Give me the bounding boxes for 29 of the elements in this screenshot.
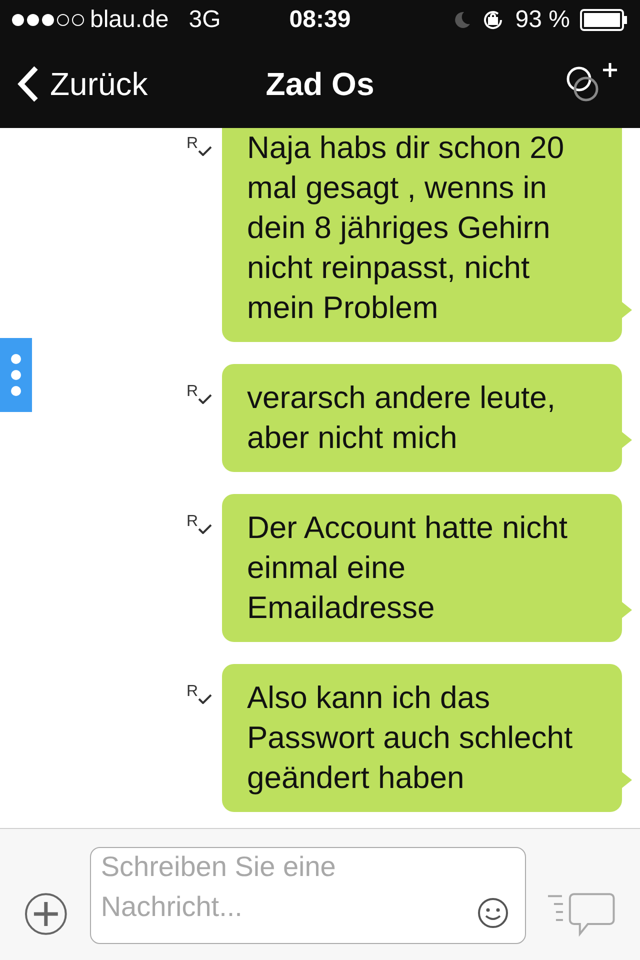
bubble-tail-icon: [622, 432, 632, 448]
receipt-label: R: [186, 134, 198, 154]
message-bubble: Also kann ich das Passwort auch schlecht geändert haben: [222, 664, 622, 812]
message-bubble: Naja habs dir schon 20 mal gesagt , wenns in dein 8 jähriges Gehirn nicht reinpasst, nicht mein Problem: [222, 128, 622, 342]
chevron-left-icon: [16, 65, 40, 103]
message-input[interactable]: Schreiben Sie eine Nachricht...: [90, 847, 526, 944]
receipt-label: R: [186, 682, 198, 702]
check-icon: [198, 146, 212, 156]
chat-title: Zad Os: [266, 65, 374, 104]
side-handle[interactable]: [0, 338, 32, 412]
check-icon: [198, 394, 212, 404]
message-bubble: Der Account hatte nicht einmal eine Emailadresse: [222, 494, 622, 642]
plus-circle-icon[interactable]: [24, 892, 68, 936]
check-icon: [198, 694, 212, 704]
message-bubble: verarsch andere leute, aber nicht mich: [222, 364, 622, 472]
battery-percent: 93 %: [515, 5, 570, 35]
carrier-label: blau.de: [90, 5, 169, 35]
receipt-label: R: [186, 512, 198, 532]
receipt-label: R: [186, 382, 198, 402]
time-label: 08:39: [289, 5, 351, 35]
network-label: 3G: [188, 5, 221, 35]
smiley-icon[interactable]: [477, 897, 510, 929]
bubble-tail-icon: [622, 602, 632, 618]
battery-icon: [580, 9, 628, 31]
bubble-tail-icon: [622, 302, 632, 318]
back-button[interactable]: Zurück: [16, 60, 148, 108]
signal-icon: [12, 14, 84, 26]
check-icon: [198, 524, 212, 534]
bubble-tail-icon: [622, 772, 632, 788]
